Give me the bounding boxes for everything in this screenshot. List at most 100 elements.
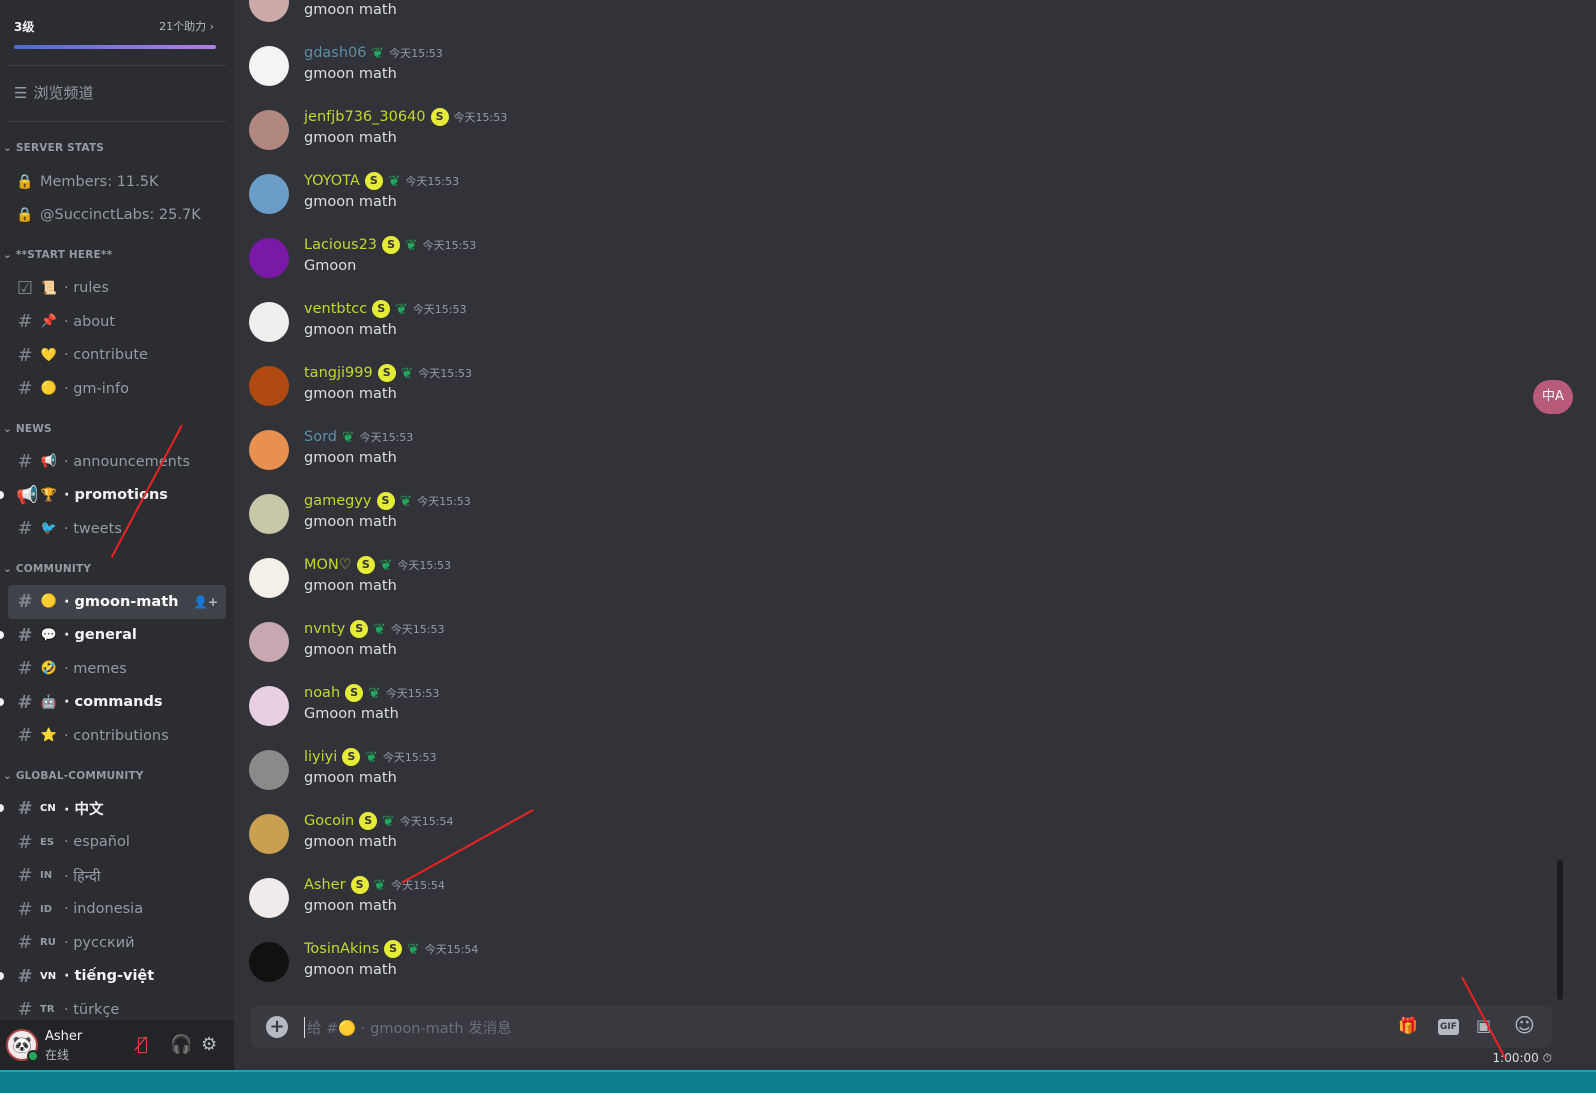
avatar[interactable]: 🐼 <box>6 1029 39 1062</box>
channel-name: Members: 11.5K <box>40 173 159 190</box>
unread-indicator <box>0 804 4 812</box>
channel-item[interactable]: # 📢 · announcements <box>8 445 226 479</box>
username[interactable]: nvnty <box>304 621 345 637</box>
message-text: gmoon math <box>304 642 397 658</box>
avatar[interactable] <box>249 302 289 342</box>
hash-icon: # <box>17 965 33 987</box>
avatar[interactable] <box>249 558 289 598</box>
username[interactable]: Gocoin <box>304 813 354 829</box>
username[interactable]: gdash06 <box>304 45 367 61</box>
server-tag-icon: S <box>364 172 383 190</box>
add-attachment-button[interactable]: + <box>266 1016 288 1038</box>
avatar[interactable] <box>249 878 289 918</box>
leaf-badge-icon: ❦ <box>373 620 386 638</box>
mute-mic-icon[interactable]: 🎙̸ <box>137 1034 148 1055</box>
avatar[interactable] <box>249 110 289 150</box>
message-text: gmoon math <box>304 450 397 466</box>
username[interactable]: Lacious23 <box>304 237 377 253</box>
message: noah S ❦ 今天15:53 Gmoon math <box>249 684 1249 748</box>
server-boost-bar[interactable]: 3级 21个助力 › <box>14 16 220 56</box>
channel-item[interactable]: # ES · español <box>8 826 226 860</box>
avatar[interactable] <box>249 366 289 406</box>
channel-name: · 中文 <box>64 802 104 819</box>
avatar[interactable] <box>249 430 289 470</box>
channel-item[interactable]: # 🟡 · gmoon-math 👤+ <box>8 585 226 619</box>
channel-item[interactable]: 📢 🏆 · promotions <box>0 479 226 513</box>
hash-icon: # <box>17 898 33 920</box>
avatar[interactable] <box>249 686 289 726</box>
channel-item[interactable]: # 💛 · contribute <box>8 339 226 373</box>
channel-item[interactable]: # ID · indonesia <box>8 893 226 927</box>
channel-emoji-icon: 📜 <box>40 280 58 296</box>
gear-icon[interactable]: ⚙ <box>201 1034 217 1055</box>
category-header[interactable]: ⌄ COMMUNITY <box>0 546 234 586</box>
message-header: gamegyy S ❦ 今天15:53 <box>304 492 471 510</box>
channel-item[interactable]: # 🤖 · commands <box>0 686 226 720</box>
hash-icon: # <box>17 311 33 333</box>
message-header: jenfjb736_30640 S 今天15:53 <box>304 108 507 126</box>
channel-item[interactable]: # 🟡 · gm-info <box>8 372 226 406</box>
hash-icon: # <box>17 865 33 887</box>
username[interactable]: Sord <box>304 429 337 445</box>
avatar[interactable] <box>249 238 289 278</box>
online-status-icon <box>27 1050 39 1062</box>
gif-button[interactable]: GIF <box>1438 1019 1459 1035</box>
avatar[interactable] <box>249 814 289 854</box>
username[interactable]: TosinAkins <box>304 941 379 957</box>
message-header: tangji999 S ❦ 今天15:53 <box>304 364 472 382</box>
channel-item[interactable]: # 📌 · about <box>8 305 226 339</box>
message: YOYOTA S ❦ 今天15:53 gmoon math <box>249 172 1249 236</box>
username[interactable]: liyiyi <box>304 749 337 765</box>
username[interactable]: jenfjb736_30640 <box>304 109 426 125</box>
channel-item[interactable]: 🔒 Members: 11.5K <box>8 165 226 199</box>
boost-count[interactable]: 21个助力 › <box>159 18 214 34</box>
username[interactable]: YOYOTA <box>304 173 360 189</box>
avatar[interactable] <box>249 750 289 790</box>
channel-item[interactable]: ☑ 📜 · rules <box>8 272 226 306</box>
avatar[interactable] <box>249 174 289 214</box>
gift-icon[interactable]: 🎁 <box>1398 1016 1418 1035</box>
avatar[interactable] <box>249 46 289 86</box>
channel-item[interactable]: # VN · tiếng-việt <box>0 960 226 994</box>
scrollbar[interactable] <box>1557 860 1563 1000</box>
channel-item[interactable]: # RU · русский <box>8 926 226 960</box>
channel-item[interactable]: # 💬 · general <box>0 619 226 653</box>
category-header[interactable]: ⌄ SERVER STATS <box>0 131 234 165</box>
hash-icon: # <box>17 798 33 820</box>
username[interactable]: MON♡ <box>304 557 352 573</box>
username[interactable]: noah <box>304 685 340 701</box>
emoji-icon[interactable]: ☺ <box>1514 1013 1535 1037</box>
channel-item[interactable]: # CN · 中文 <box>0 792 226 826</box>
category-header[interactable]: ⌄ NEWS <box>0 406 234 446</box>
channel-name: · commands <box>64 694 163 711</box>
message-input[interactable]: 给 #🟡 · gmoon-math 发消息 <box>304 1017 512 1038</box>
unread-indicator <box>0 697 4 706</box>
avatar[interactable] <box>249 0 289 22</box>
translate-button[interactable]: 中A <box>1533 380 1573 414</box>
username[interactable]: gamegyy <box>304 493 372 509</box>
avatar[interactable] <box>249 494 289 534</box>
category-name: GLOBAL-COMMUNITY <box>15 769 144 782</box>
server-tag-icon: S <box>345 684 364 702</box>
channel-item[interactable]: 🔒 @SuccinctLabs: 25.7K <box>8 199 226 233</box>
timestamp: 今天15:53 <box>422 239 477 252</box>
message: ventbtcc S ❦ 今天15:53 gmoon math <box>249 300 1249 364</box>
browse-channels-button[interactable]: ☰ 浏览频道 <box>14 82 93 103</box>
channel-name: · हिन्दी <box>64 868 101 885</box>
headphones-icon[interactable]: 🎧 <box>170 1034 192 1055</box>
channel-item[interactable]: # 🤣 · memes <box>8 652 226 686</box>
avatar[interactable] <box>249 942 289 982</box>
channel-item[interactable]: # 🐦 · tweets <box>8 512 226 546</box>
category-header[interactable]: ⌄ GLOBAL-COMMUNITY <box>0 753 234 793</box>
channel-item[interactable]: # ⭐ · contributions <box>8 719 226 753</box>
invite-icon[interactable]: 👤+ <box>193 595 218 609</box>
username[interactable]: Asher <box>304 877 346 893</box>
user-status: 在线 <box>45 1048 70 1062</box>
avatar[interactable] <box>249 622 289 662</box>
country-code: RU <box>40 937 56 949</box>
channel-emoji-icon: 🤖 <box>40 694 58 710</box>
channel-item[interactable]: # IN · हिन्दी <box>8 859 226 893</box>
category-header[interactable]: ⌄ **START HERE** <box>0 232 234 272</box>
username[interactable]: ventbtcc <box>304 301 367 317</box>
username[interactable]: tangji999 <box>304 365 373 381</box>
